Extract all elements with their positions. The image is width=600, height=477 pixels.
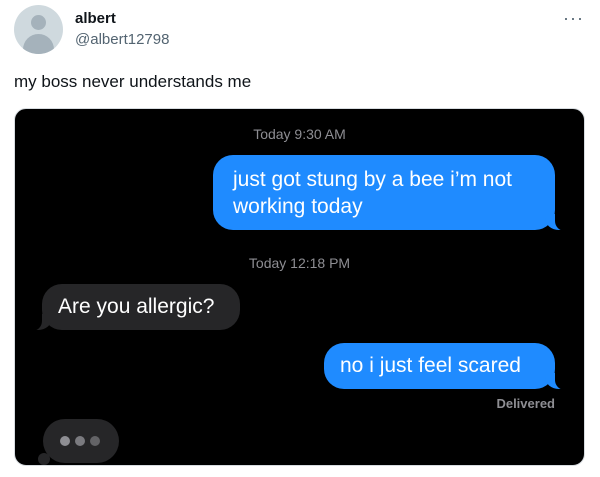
message-text: no i just feel scared xyxy=(340,354,521,377)
received-message-bubble: Are you allergic? xyxy=(28,284,240,331)
tweet-media-screenshot[interactable]: Today 9:30 AM just got stung by a bee i’… xyxy=(14,108,585,466)
author-name[interactable]: albert xyxy=(75,10,116,27)
avatar[interactable] xyxy=(14,5,63,54)
sent-message-bubble: just got stung by a bee i’m not working … xyxy=(213,155,569,231)
default-profile-body xyxy=(23,34,54,54)
timestamp: Today 12:18 PM xyxy=(248,255,351,271)
author-handle[interactable]: @albert12798 xyxy=(75,31,169,48)
message-text: Are you allergic? xyxy=(58,295,215,318)
typing-dots-icon xyxy=(43,419,119,463)
typing-dot xyxy=(90,436,100,446)
tweet-text: my boss never understands me xyxy=(14,72,252,91)
default-profile-icon xyxy=(31,15,46,30)
timestamp: Today 9:30 AM xyxy=(253,126,346,142)
sent-message-bubble: no i just feel scared xyxy=(324,343,569,390)
typing-dot xyxy=(75,436,85,446)
more-options-icon[interactable]: ··· xyxy=(563,8,584,29)
typing-dot xyxy=(60,436,70,446)
message-text: just got stung by a bee i’m not working … xyxy=(233,168,512,218)
delivered-status: Delivered xyxy=(496,396,555,411)
